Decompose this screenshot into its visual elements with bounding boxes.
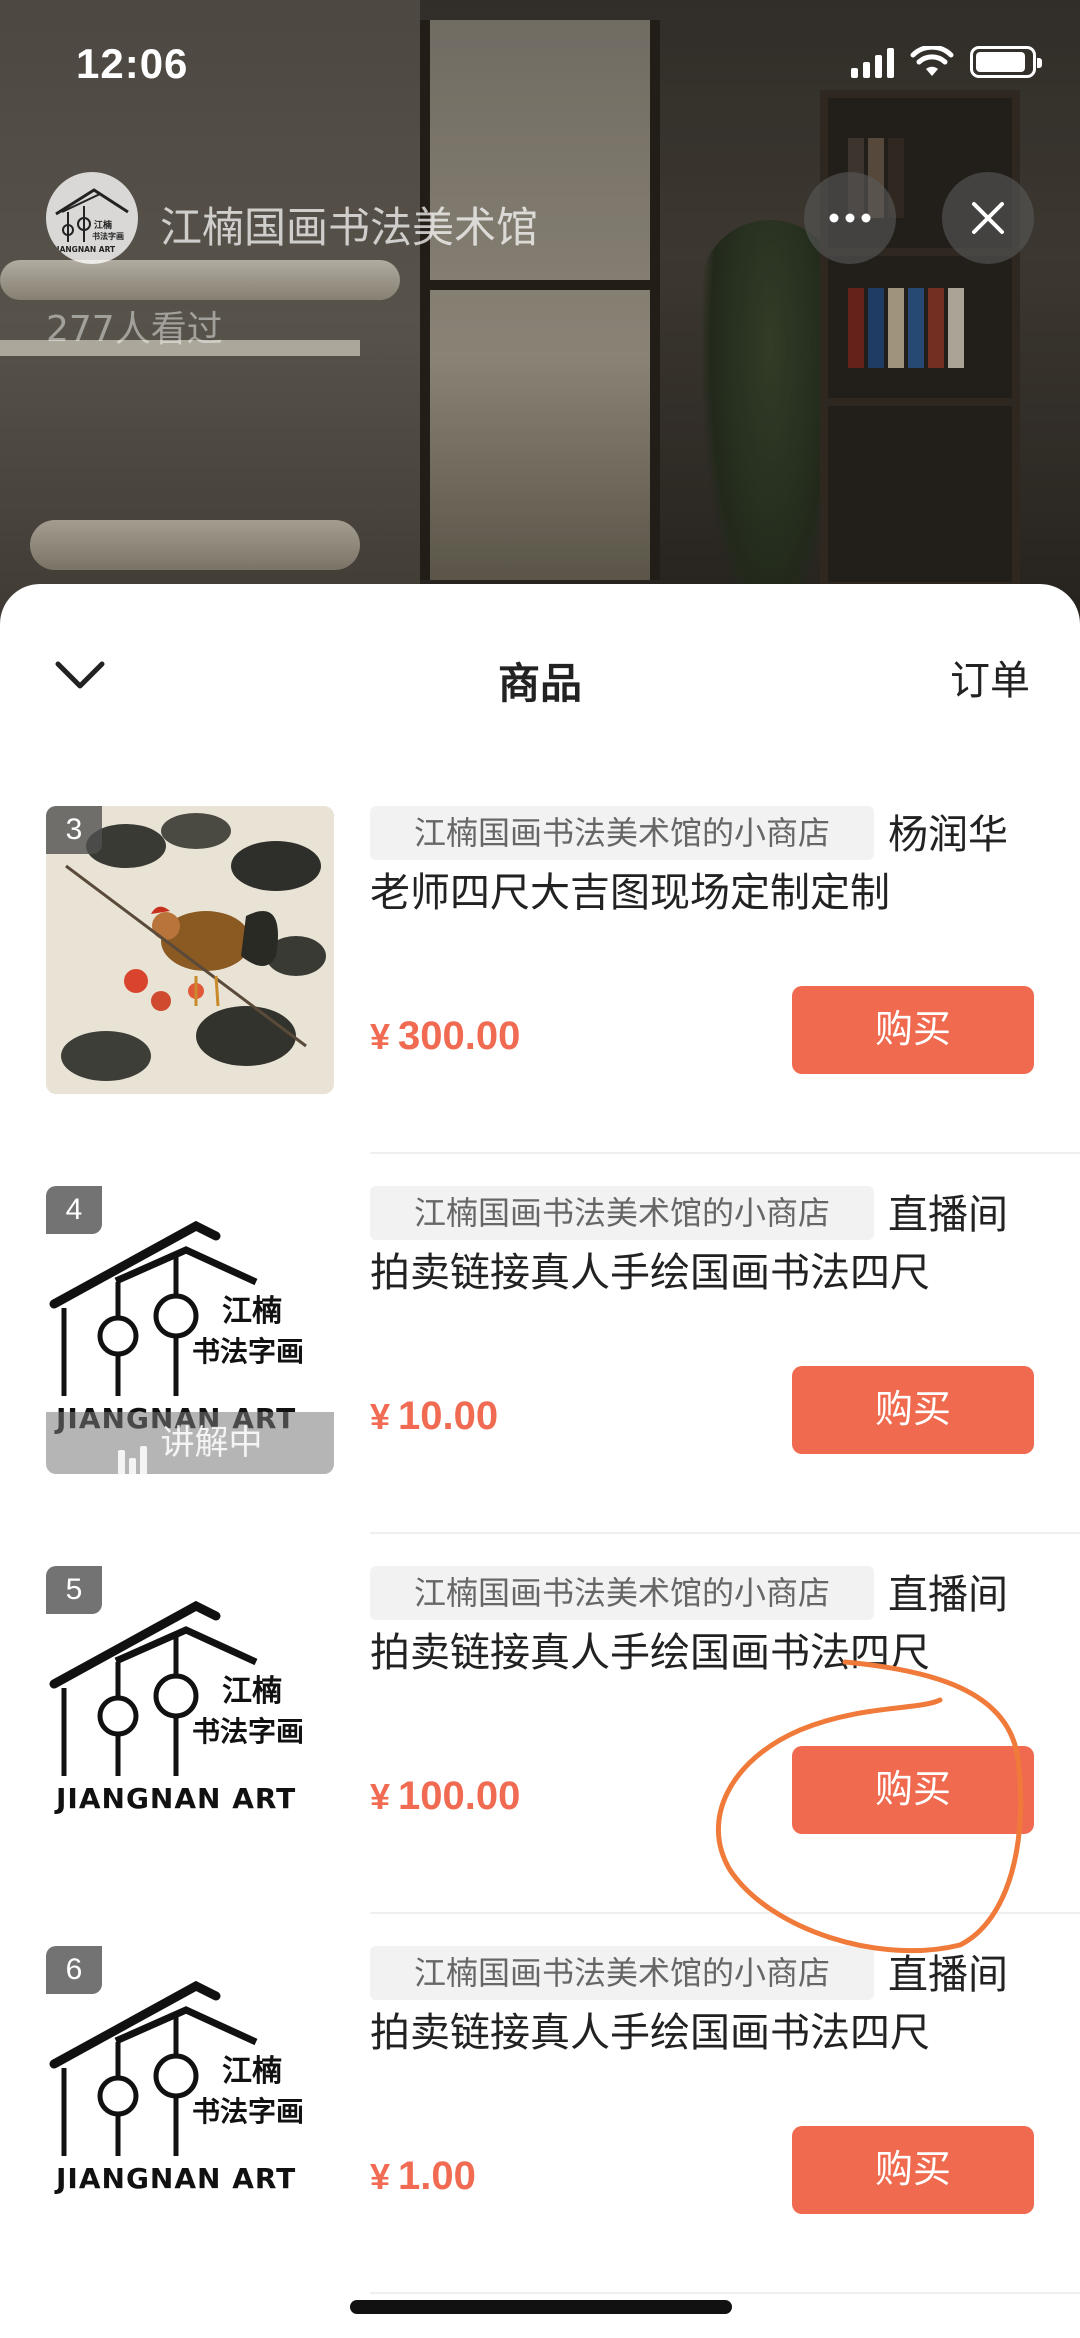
more-button[interactable] — [804, 172, 896, 264]
product-price: ¥300.00 — [370, 1014, 520, 1059]
svg-text:江楠: 江楠 — [222, 1294, 282, 1329]
tab-orders[interactable]: 订单 — [950, 648, 1030, 706]
product-title[interactable]: 江楠国画书法美术馆的小商店 杨润华老师四尺大吉图现场定制定制 — [370, 806, 1030, 922]
product-card[interactable]: 江楠书法字画 JIANGNAN ART 5 江楠国画书法美术馆的小商店 直播间拍卖链… — [0, 1534, 1080, 1914]
product-price: ¥100.00 — [370, 1774, 520, 1819]
product-list: 3 江楠国画书法美术馆的小商店 杨润华老师四尺大吉图现场定制定制 ¥300.00 … — [0, 774, 1080, 2294]
svg-text:江楠: 江楠 — [94, 219, 112, 231]
svg-text:江楠: 江楠 — [222, 1674, 282, 1709]
sheet-header: 商品 订单 — [0, 584, 1080, 774]
product-price: ¥1.00 — [370, 2154, 476, 2199]
svg-text:书法字画: 书法字画 — [192, 1715, 304, 1748]
product-sheet: 商品 订单 3 江楠国画书法美术馆的小商店 杨润华老师四尺大吉图现场定制定制 ¥3… — [0, 584, 1080, 2338]
product-info: 江楠国画书法美术馆的小商店 直播间拍卖链接真人手绘国画书法四尺 — [370, 1946, 1030, 2062]
explaining-badge: 讲解中 — [46, 1412, 334, 1474]
product-card[interactable]: 3 江楠国画书法美术馆的小商店 杨润华老师四尺大吉图现场定制定制 ¥300.00 … — [0, 774, 1080, 1154]
product-title[interactable]: 江楠国画书法美术馆的小商店 直播间拍卖链接真人手绘国画书法四尺 — [370, 1186, 1030, 1302]
price-amount: 300.00 — [398, 1014, 521, 1058]
shop-tag: 江楠国画书法美术馆的小商店 — [370, 1186, 875, 1240]
buy-button[interactable]: 购买 — [792, 986, 1034, 1074]
product-thumbnail[interactable]: 3 — [46, 806, 334, 1094]
price-currency: ¥ — [370, 1016, 391, 1057]
status-time: 12:06 — [76, 40, 189, 87]
product-index-badge: 3 — [46, 806, 102, 854]
shop-tag: 江楠国画书法美术馆的小商店 — [370, 1946, 875, 2000]
buy-button[interactable]: 购买 — [792, 1366, 1034, 1454]
close-button[interactable] — [942, 172, 1034, 264]
svg-text:JIANGNAN ART: JIANGNAN ART — [54, 2162, 296, 2195]
product-info: 江楠国画书法美术馆的小商店 直播间拍卖链接真人手绘国画书法四尺 — [370, 1186, 1030, 1302]
price-currency: ¥ — [370, 1396, 391, 1437]
price-amount: 10.00 — [398, 1394, 499, 1438]
buy-button[interactable]: 购买 — [792, 2126, 1034, 2214]
product-index-badge: 6 — [46, 1946, 102, 1994]
wifi-icon — [910, 46, 954, 76]
product-thumbnail[interactable]: 江楠书法字画JIANGNAN ART 4 讲解中 — [46, 1186, 334, 1474]
svg-text:JIANGNAN ART: JIANGNAN ART — [53, 245, 116, 254]
chevron-down-icon[interactable] — [50, 654, 110, 694]
price-currency: ¥ — [370, 1776, 391, 1817]
product-thumbnail[interactable]: 江楠书法字画 JIANGNAN ART 5 — [46, 1566, 334, 1854]
svg-text:书法字画: 书法字画 — [192, 2095, 304, 2128]
buy-button[interactable]: 购买 — [792, 1746, 1034, 1834]
status-bar: 12:06 — [0, 0, 1080, 132]
svg-text:书法字画: 书法字画 — [92, 231, 124, 241]
product-thumbnail[interactable]: 江楠书法字画 JIANGNAN ART 6 — [46, 1946, 334, 2234]
price-currency: ¥ — [370, 2156, 391, 2197]
equalizer-icon — [117, 1414, 151, 1474]
product-index-badge: 4 — [46, 1186, 102, 1234]
product-card[interactable]: 江楠书法字画JIANGNAN ART 4 讲解中 江楠国画书法美术馆的小商店直播… — [0, 1154, 1080, 1534]
home-indicator[interactable] — [350, 2300, 732, 2314]
product-index-badge: 5 — [46, 1566, 102, 1614]
close-icon — [972, 202, 1004, 234]
jiangnan-logo-icon: 江楠 书法字画 JIANGNAN ART — [53, 188, 129, 254]
divider — [370, 2292, 1080, 2294]
signal-icon — [851, 48, 894, 78]
status-icons — [851, 46, 1042, 78]
shop-tag: 江楠国画书法美术馆的小商店 — [370, 806, 875, 860]
product-info: 江楠国画书法美术馆的小商店 杨润华老师四尺大吉图现场定制定制 — [370, 806, 1030, 922]
avatar[interactable]: 江楠 书法字画 JIANGNAN ART — [46, 172, 138, 264]
more-icon — [829, 213, 871, 223]
product-price: ¥10.00 — [370, 1394, 498, 1439]
svg-text:江楠: 江楠 — [222, 2054, 282, 2089]
channel-name[interactable]: 江楠国画书法美术馆 — [160, 194, 538, 255]
price-amount: 100.00 — [398, 1774, 521, 1818]
product-title[interactable]: 江楠国画书法美术馆的小商店 直播间拍卖链接真人手绘国画书法四尺 — [370, 1946, 1030, 2062]
shop-tag: 江楠国画书法美术馆的小商店 — [370, 1566, 875, 1620]
price-amount: 1.00 — [398, 2154, 476, 2198]
product-info: 江楠国画书法美术馆的小商店 直播间拍卖链接真人手绘国画书法四尺 — [370, 1566, 1030, 1682]
live-header: 江楠 书法字画 JIANGNAN ART 江楠国画书法美术馆 277人看过 — [0, 172, 1080, 362]
product-card[interactable]: 江楠书法字画 JIANGNAN ART 6 江楠国画书法美术馆的小商店 直播间拍卖链… — [0, 1914, 1080, 2294]
tab-products[interactable]: 商品 — [0, 650, 1080, 711]
svg-text:JIANGNAN ART: JIANGNAN ART — [54, 1782, 296, 1815]
product-title[interactable]: 江楠国画书法美术馆的小商店 直播间拍卖链接真人手绘国画书法四尺 — [370, 1566, 1030, 1682]
battery-icon — [970, 46, 1042, 78]
explaining-label: 讲解中 — [160, 1423, 263, 1463]
viewer-count: 277人看过 — [46, 309, 223, 350]
svg-text:书法字画: 书法字画 — [192, 1335, 304, 1368]
